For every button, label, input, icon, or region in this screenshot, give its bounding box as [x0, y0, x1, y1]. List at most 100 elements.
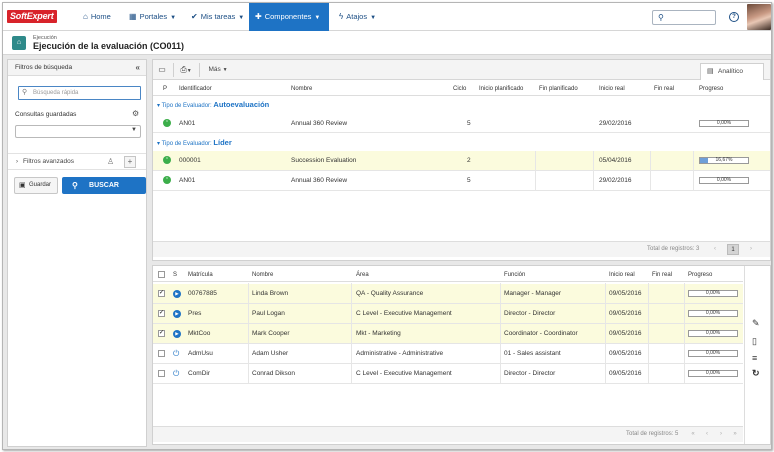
row-checkbox[interactable]: ✓	[158, 330, 165, 337]
quick-search-input[interactable]: ⚲ Búsqueda rápida	[18, 86, 141, 100]
nav-portales-label: Portales	[139, 12, 168, 21]
first-page-button[interactable]: «	[687, 429, 699, 440]
gear-icon[interactable]: ⚙	[132, 109, 139, 118]
page-header: ⌂ Ejecución Ejecución de la evaluación (…	[3, 31, 771, 55]
evaluations-toolbar: ▭ ⎙▼ Más ▼ ▤ Analítico	[153, 60, 770, 80]
top-navbar: SoftExpert ⌂ Home ▦ Portales ▼ ✔ Mis tareas ▼…	[3, 3, 771, 31]
more-button[interactable]: Más ▼	[203, 63, 233, 77]
refresh-icon[interactable]: ↻	[752, 368, 760, 379]
col-ciclo[interactable]: Ciclo	[453, 82, 466, 96]
row-checkbox[interactable]	[158, 370, 165, 377]
col-inicio-planificado[interactable]: Inicio planificado	[479, 82, 523, 96]
group-label: Tipo de Evaluador:	[161, 103, 212, 109]
nav-atajos[interactable]: ϟ Atajos ▼	[333, 3, 382, 31]
clear-filter-icon[interactable]: ♙	[107, 154, 114, 170]
progress-bar: 0,00%	[688, 310, 738, 317]
table-row[interactable]: ✓ ▶ 00767885 Linda Brown QA - Quality Assura…	[153, 284, 743, 304]
progress-bar: 16,67%	[699, 157, 749, 164]
table-row[interactable]: ⏻ ComDir Conrad Dikson C Level - Executive …	[153, 364, 743, 384]
table-row[interactable]: ⌃ AN01 Annual 360 Review 5 29/02/2016 0,…	[153, 171, 770, 191]
power-icon[interactable]: ⏻	[173, 370, 179, 378]
group-header[interactable]: ▾ Tipo de Evaluador: Autoevaluación	[157, 100, 269, 109]
table-row[interactable]: ✓ ▶ MktCoo Mark Cooper Mkt - Marketing Coordi…	[153, 324, 743, 344]
chevron-down-icon: ▼	[238, 15, 245, 21]
saved-queries-select[interactable]: ▼	[15, 125, 141, 138]
nav-componentes-label: Componentes	[264, 12, 312, 21]
cell-start-real: 29/02/2016	[599, 177, 632, 184]
page-title: Ejecución de la evaluación (CO011)	[33, 41, 185, 51]
group-value: Líder	[213, 138, 232, 147]
play-icon[interactable]: ▶	[173, 310, 181, 318]
table-row[interactable]: ✓ ▶ Pres Paul Logan C Level - Executive Mana…	[153, 304, 743, 324]
total-records: Total de registros: 5	[626, 431, 679, 437]
col-inicio-real[interactable]: Inicio real	[599, 82, 625, 96]
play-icon[interactable]: ▶	[173, 290, 181, 298]
col-progreso[interactable]: Progreso	[699, 82, 723, 96]
progress-text: 0,00%	[716, 177, 732, 183]
col-matricula[interactable]: Matrícula	[188, 268, 213, 282]
cell-function: Director - Director	[504, 310, 556, 317]
progress-bar: 0,00%	[688, 290, 738, 297]
softexpert-logo[interactable]: SoftExpert	[7, 10, 57, 23]
cell-matricula: 00767885	[188, 290, 217, 297]
search-icon: ⚲	[658, 13, 664, 22]
table-row[interactable]: ⌃ 000001 Succession Evaluation 2 05/04/2…	[153, 151, 770, 171]
group-header[interactable]: ▾ Tipo de Evaluador: Líder	[157, 138, 232, 147]
global-search-input[interactable]: ⚲	[652, 10, 716, 25]
pencil-icon[interactable]: ✎	[752, 318, 760, 329]
row-checkbox[interactable]: ✓	[158, 290, 165, 297]
nav-home[interactable]: ⌂ Home	[77, 3, 117, 31]
next-page-button[interactable]: ›	[715, 429, 727, 440]
col-s[interactable]: S	[173, 268, 177, 282]
chevron-down-icon: ▼	[170, 15, 177, 21]
current-page[interactable]: 1	[727, 244, 739, 255]
search-button[interactable]: ⚲ BUSCAR	[62, 177, 146, 194]
prev-page-button[interactable]: ‹	[701, 429, 713, 440]
tab-analitico[interactable]: ▤ Analítico	[700, 63, 764, 80]
help-icon[interactable]: ?	[729, 12, 739, 22]
col-progreso[interactable]: Progreso	[688, 268, 712, 282]
user-avatar[interactable]	[747, 4, 771, 30]
collapse-icon[interactable]: «	[136, 60, 140, 76]
col-fin-real[interactable]: Fin real	[652, 268, 672, 282]
view-icon[interactable]: ▭	[155, 63, 169, 77]
progress-bar: 0,00%	[688, 350, 738, 357]
cell-name: Annual 360 Review	[291, 177, 348, 184]
next-page-button[interactable]: ›	[745, 244, 757, 255]
document-icon[interactable]: ▯	[752, 336, 757, 347]
power-icon[interactable]: ⏻	[173, 350, 179, 358]
play-icon[interactable]: ▶	[173, 330, 181, 338]
col-funcion[interactable]: Función	[504, 268, 525, 282]
nav-portales[interactable]: ▦ Portales ▼	[123, 3, 182, 31]
add-filter-button[interactable]: +	[124, 156, 136, 168]
search-filters-panel: Filtros de búsqueda « ⚲ Búsqueda rápida …	[7, 59, 147, 447]
nav-mis-tareas[interactable]: ✔ Mis tareas ▼	[185, 3, 250, 31]
status-ok-icon: ⌃	[163, 176, 171, 184]
col-identificador[interactable]: Identificador	[179, 82, 212, 96]
col-fin-real[interactable]: Fin real	[654, 82, 674, 96]
select-all-checkbox[interactable]	[158, 271, 165, 278]
table-row[interactable]: ⏻ AdmUsu Adam Usher Administrative - Admini…	[153, 344, 743, 364]
col-nombre[interactable]: Nombre	[291, 82, 312, 96]
advanced-filters-toggle[interactable]: › Filtros avanzados ♙ +	[8, 153, 146, 170]
list-icon[interactable]: ≡	[752, 353, 757, 363]
col-fin-planificado[interactable]: Fin planificado	[539, 82, 578, 96]
prev-page-button[interactable]: ‹	[709, 244, 721, 255]
chevron-down-icon: ▼	[222, 67, 228, 73]
chevron-down-icon: ▼	[131, 127, 137, 133]
col-nombre[interactable]: Nombre	[252, 268, 273, 282]
col-p[interactable]: P	[163, 82, 167, 96]
col-area[interactable]: Área	[356, 268, 369, 282]
row-checkbox[interactable]: ✓	[158, 310, 165, 317]
last-page-button[interactable]: »	[729, 429, 741, 440]
row-checkbox[interactable]	[158, 350, 165, 357]
progress-bar: 0,00%	[699, 120, 749, 127]
nav-home-label: Home	[90, 12, 111, 21]
print-button[interactable]: ⎙▼	[175, 63, 197, 77]
cell-name: Paul Logan	[252, 310, 285, 317]
col-inicio-real[interactable]: Inicio real	[609, 268, 635, 282]
save-button[interactable]: ▣ Guardar	[14, 177, 58, 194]
table-row[interactable]: ⌃ AN01 Annual 360 Review 5 29/02/2016 0,…	[153, 114, 770, 133]
nav-componentes[interactable]: ✚ Componentes ▼	[249, 3, 329, 31]
cell-start-real: 09/05/2016	[609, 290, 642, 297]
